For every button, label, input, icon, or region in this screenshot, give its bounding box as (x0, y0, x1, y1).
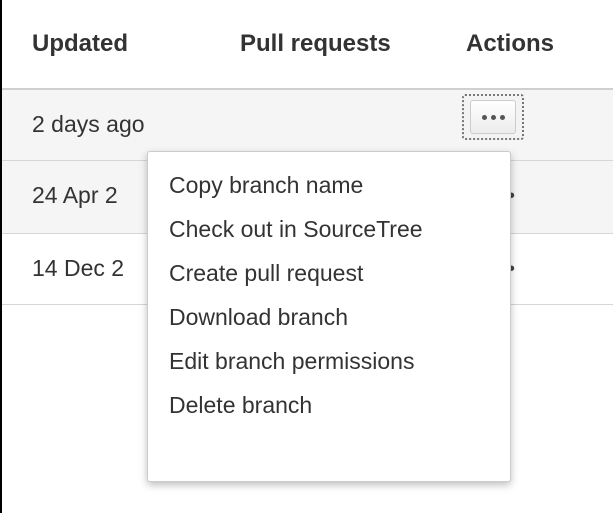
table-header: Updated Pull requests Actions (2, 0, 613, 90)
column-header-pull-requests[interactable]: Pull requests (240, 30, 391, 58)
menu-item-copy-branch-name[interactable]: Copy branch name (148, 163, 510, 207)
column-header-updated[interactable]: Updated (32, 30, 128, 58)
actions-dropdown-menu: Copy branch name Check out in SourceTree… (147, 151, 511, 482)
updated-cell: 24 Apr 2 (32, 182, 118, 208)
more-icon (470, 100, 516, 134)
column-header-actions: Actions (466, 30, 555, 57)
actions-menu-button[interactable] (462, 94, 524, 140)
menu-item-create-pull-request[interactable]: Create pull request (148, 251, 510, 295)
menu-item-check-out-in-sourcetree[interactable]: Check out in SourceTree (148, 207, 510, 251)
updated-cell: 14 Dec 2 (32, 255, 125, 281)
menu-item-download-branch[interactable]: Download branch (148, 295, 510, 339)
menu-item-delete-branch[interactable]: Delete branch (148, 383, 510, 427)
menu-item-edit-branch-permissions[interactable]: Edit branch permissions (148, 339, 510, 383)
updated-cell: 2 days ago (32, 111, 145, 137)
